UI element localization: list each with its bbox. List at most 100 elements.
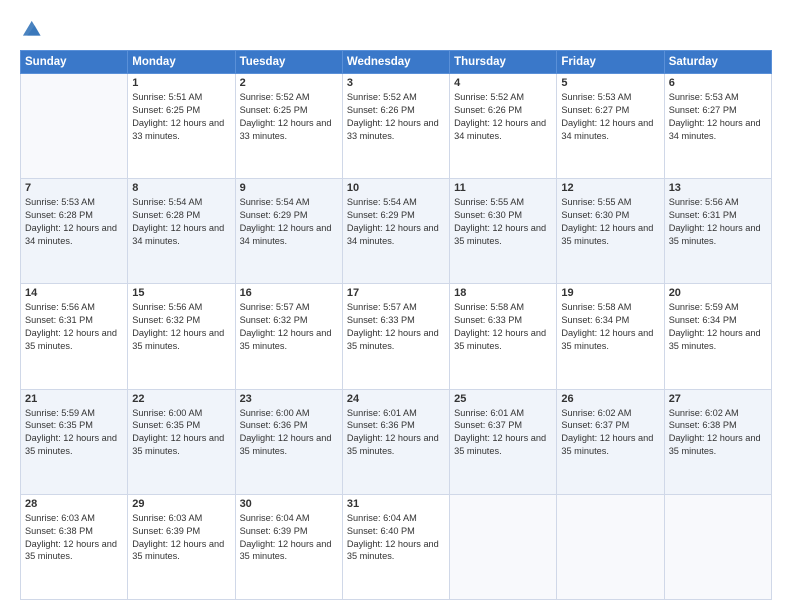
weekday-header-tuesday: Tuesday	[235, 51, 342, 74]
week-row-2: 7 Sunrise: 5:53 AMSunset: 6:28 PMDaylight…	[21, 179, 772, 284]
logo-icon	[20, 18, 42, 40]
calendar-cell: 15Sunrise: 5:56 AMSunset: 6:32 PMDayligh…	[128, 284, 235, 389]
day-number: 7	[25, 182, 123, 194]
day-number: 2	[240, 77, 338, 89]
calendar-cell	[450, 494, 557, 599]
weekday-header-row: SundayMondayTuesdayWednesdayThursdayFrid…	[21, 51, 772, 74]
calendar-cell: 1 Sunrise: 5:51 AMSunset: 6:25 PMDaylight…	[128, 74, 235, 179]
calendar-cell	[664, 494, 771, 599]
calendar-cell: 20 Sunrise: 5:59 AMSunset: 6:34 PMDayligh…	[664, 284, 771, 389]
cell-info: Sunrise: 5:55 AMSunset: 6:30 PMDaylight:…	[561, 196, 659, 248]
calendar-cell: 25Sunrise: 6:01 AMSunset: 6:37 PMDayligh…	[450, 389, 557, 494]
day-number: 23	[240, 393, 338, 405]
week-row-4: 21 Sunrise: 5:59 AMSunset: 6:35 PMDayligh…	[21, 389, 772, 494]
calendar-page: SundayMondayTuesdayWednesdayThursdayFrid…	[0, 0, 792, 612]
calendar-cell: 14 Sunrise: 5:56 AMSunset: 6:31 PMDayligh…	[21, 284, 128, 389]
calendar-cell: 3 Sunrise: 5:52 AMSunset: 6:26 PMDaylight…	[342, 74, 449, 179]
day-number: 17	[347, 287, 445, 299]
cell-info: Sunrise: 5:51 AMSunset: 6:25 PMDaylight:…	[132, 91, 230, 143]
calendar-cell: 5 Sunrise: 5:53 AMSunset: 6:27 PMDaylight…	[557, 74, 664, 179]
cell-info: Sunrise: 6:03 AMSunset: 6:39 PMDaylight:…	[132, 512, 230, 564]
cell-info: Sunrise: 5:53 AMSunset: 6:27 PMDaylight:…	[561, 91, 659, 143]
calendar-cell: 18Sunrise: 5:58 AMSunset: 6:33 PMDayligh…	[450, 284, 557, 389]
cell-info: Sunrise: 5:53 AMSunset: 6:28 PMDaylight:…	[25, 196, 123, 248]
day-number: 25	[454, 393, 552, 405]
cell-info: Sunrise: 6:00 AMSunset: 6:35 PMDaylight:…	[132, 407, 230, 459]
cell-info: Sunrise: 5:54 AMSunset: 6:28 PMDaylight:…	[132, 196, 230, 248]
calendar-cell: 17 Sunrise: 5:57 AMSunset: 6:33 PMDayligh…	[342, 284, 449, 389]
calendar-cell: 21 Sunrise: 5:59 AMSunset: 6:35 PMDayligh…	[21, 389, 128, 494]
day-number: 29	[132, 498, 230, 510]
cell-info: Sunrise: 6:00 AMSunset: 6:36 PMDaylight:…	[240, 407, 338, 459]
day-number: 22	[132, 393, 230, 405]
cell-info: Sunrise: 5:58 AMSunset: 6:34 PMDaylight:…	[561, 301, 659, 353]
calendar-cell: 31Sunrise: 6:04 AMSunset: 6:40 PMDayligh…	[342, 494, 449, 599]
day-number: 9	[240, 182, 338, 194]
calendar-cell: 28 Sunrise: 6:03 AMSunset: 6:38 PMDayligh…	[21, 494, 128, 599]
calendar-cell: 27 Sunrise: 6:02 AMSunset: 6:38 PMDayligh…	[664, 389, 771, 494]
calendar-cell: 22 Sunrise: 6:00 AMSunset: 6:35 PMDayligh…	[128, 389, 235, 494]
day-number: 27	[669, 393, 767, 405]
cell-info: Sunrise: 5:59 AMSunset: 6:35 PMDaylight:…	[25, 407, 123, 459]
day-number: 28	[25, 498, 123, 510]
calendar-cell: 4Sunrise: 5:52 AMSunset: 6:26 PMDaylight…	[450, 74, 557, 179]
day-number: 5	[561, 77, 659, 89]
cell-info: Sunrise: 6:02 AMSunset: 6:37 PMDaylight:…	[561, 407, 659, 459]
day-number: 16	[240, 287, 338, 299]
cell-info: Sunrise: 5:58 AMSunset: 6:33 PMDaylight:…	[454, 301, 552, 353]
calendar-cell: 30 Sunrise: 6:04 AMSunset: 6:39 PMDayligh…	[235, 494, 342, 599]
weekday-header-wednesday: Wednesday	[342, 51, 449, 74]
day-number: 3	[347, 77, 445, 89]
cell-info: Sunrise: 5:57 AMSunset: 6:32 PMDaylight:…	[240, 301, 338, 353]
calendar-cell: 10 Sunrise: 5:54 AMSunset: 6:29 PMDayligh…	[342, 179, 449, 284]
cell-info: Sunrise: 5:54 AMSunset: 6:29 PMDaylight:…	[347, 196, 445, 248]
day-number: 11	[454, 182, 552, 194]
day-number: 20	[669, 287, 767, 299]
calendar-cell: 13Sunrise: 5:56 AMSunset: 6:31 PMDayligh…	[664, 179, 771, 284]
day-number: 30	[240, 498, 338, 510]
calendar-cell: 7 Sunrise: 5:53 AMSunset: 6:28 PMDaylight…	[21, 179, 128, 284]
calendar-cell: 24 Sunrise: 6:01 AMSunset: 6:36 PMDayligh…	[342, 389, 449, 494]
cell-info: Sunrise: 5:52 AMSunset: 6:26 PMDaylight:…	[347, 91, 445, 143]
cell-info: Sunrise: 6:01 AMSunset: 6:36 PMDaylight:…	[347, 407, 445, 459]
weekday-header-thursday: Thursday	[450, 51, 557, 74]
cell-info: Sunrise: 5:56 AMSunset: 6:31 PMDaylight:…	[25, 301, 123, 353]
calendar-cell: 9 Sunrise: 5:54 AMSunset: 6:29 PMDaylight…	[235, 179, 342, 284]
calendar-cell	[557, 494, 664, 599]
cell-info: Sunrise: 5:54 AMSunset: 6:29 PMDaylight:…	[240, 196, 338, 248]
cell-info: Sunrise: 5:53 AMSunset: 6:27 PMDaylight:…	[669, 91, 767, 143]
calendar-cell: 16 Sunrise: 5:57 AMSunset: 6:32 PMDayligh…	[235, 284, 342, 389]
cell-info: Sunrise: 5:57 AMSunset: 6:33 PMDaylight:…	[347, 301, 445, 353]
calendar-table: SundayMondayTuesdayWednesdayThursdayFrid…	[20, 50, 772, 600]
calendar-cell: 6Sunrise: 5:53 AMSunset: 6:27 PMDaylight…	[664, 74, 771, 179]
page-header	[20, 18, 772, 40]
week-row-5: 28 Sunrise: 6:03 AMSunset: 6:38 PMDayligh…	[21, 494, 772, 599]
calendar-cell: 8 Sunrise: 5:54 AMSunset: 6:28 PMDaylight…	[128, 179, 235, 284]
cell-info: Sunrise: 6:04 AMSunset: 6:39 PMDaylight:…	[240, 512, 338, 564]
logo	[20, 18, 46, 40]
week-row-3: 14 Sunrise: 5:56 AMSunset: 6:31 PMDayligh…	[21, 284, 772, 389]
calendar-cell: 2 Sunrise: 5:52 AMSunset: 6:25 PMDaylight…	[235, 74, 342, 179]
week-row-1: 1 Sunrise: 5:51 AMSunset: 6:25 PMDaylight…	[21, 74, 772, 179]
day-number: 10	[347, 182, 445, 194]
calendar-cell: 12Sunrise: 5:55 AMSunset: 6:30 PMDayligh…	[557, 179, 664, 284]
weekday-header-saturday: Saturday	[664, 51, 771, 74]
calendar-cell: 26Sunrise: 6:02 AMSunset: 6:37 PMDayligh…	[557, 389, 664, 494]
day-number: 21	[25, 393, 123, 405]
day-number: 8	[132, 182, 230, 194]
day-number: 14	[25, 287, 123, 299]
calendar-cell	[21, 74, 128, 179]
day-number: 24	[347, 393, 445, 405]
calendar-cell: 23 Sunrise: 6:00 AMSunset: 6:36 PMDayligh…	[235, 389, 342, 494]
weekday-header-friday: Friday	[557, 51, 664, 74]
day-number: 1	[132, 77, 230, 89]
cell-info: Sunrise: 5:55 AMSunset: 6:30 PMDaylight:…	[454, 196, 552, 248]
cell-info: Sunrise: 6:03 AMSunset: 6:38 PMDaylight:…	[25, 512, 123, 564]
cell-info: Sunrise: 6:02 AMSunset: 6:38 PMDaylight:…	[669, 407, 767, 459]
cell-info: Sunrise: 5:56 AMSunset: 6:32 PMDaylight:…	[132, 301, 230, 353]
cell-info: Sunrise: 5:59 AMSunset: 6:34 PMDaylight:…	[669, 301, 767, 353]
calendar-cell: 19Sunrise: 5:58 AMSunset: 6:34 PMDayligh…	[557, 284, 664, 389]
calendar-cell: 11 Sunrise: 5:55 AMSunset: 6:30 PMDayligh…	[450, 179, 557, 284]
cell-info: Sunrise: 6:04 AMSunset: 6:40 PMDaylight:…	[347, 512, 445, 564]
cell-info: Sunrise: 5:52 AMSunset: 6:25 PMDaylight:…	[240, 91, 338, 143]
